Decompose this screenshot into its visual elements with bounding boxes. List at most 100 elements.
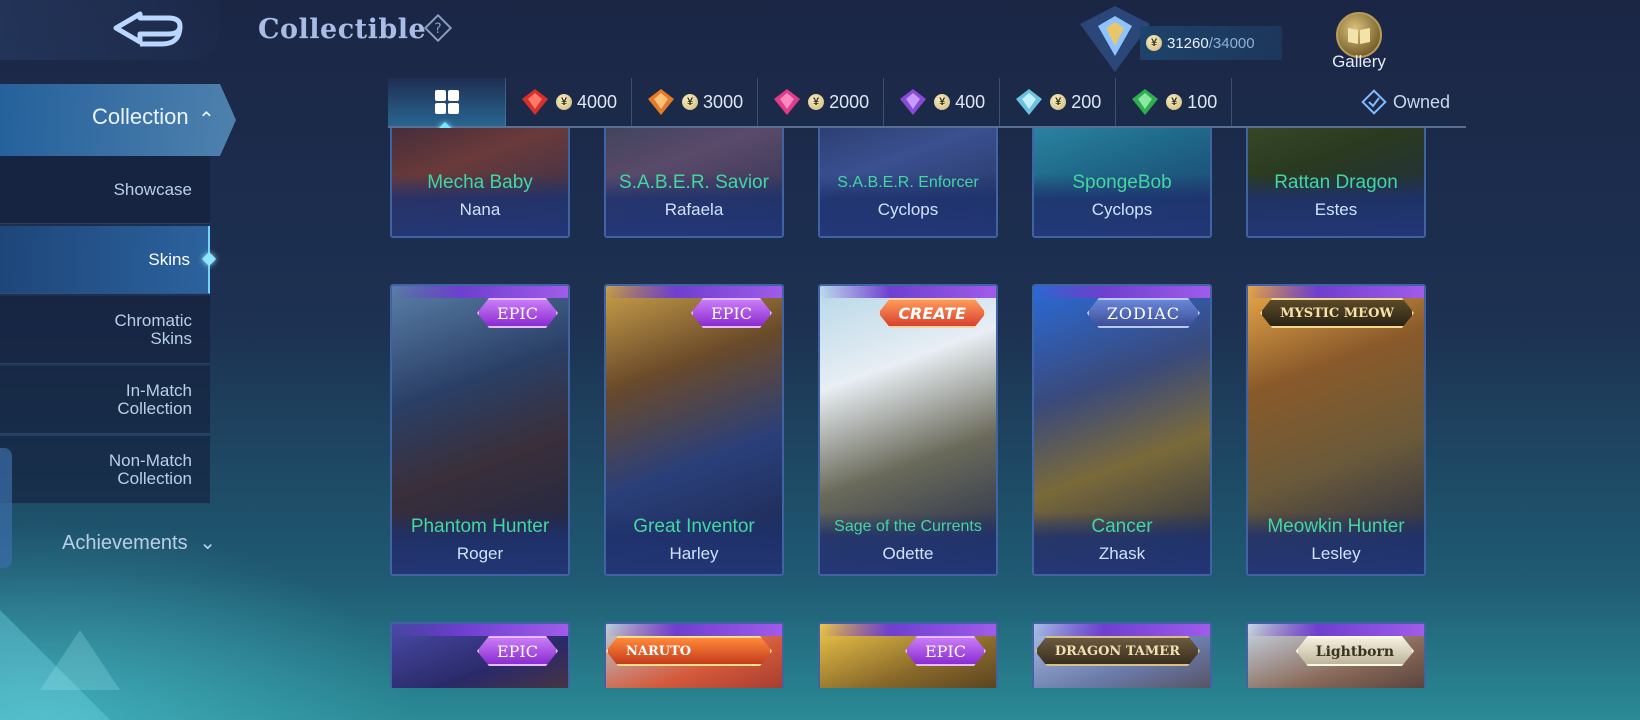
page-title: Collectible <box>258 14 427 45</box>
tab-tier-3000[interactable]: ¥3000 <box>632 78 759 126</box>
sidebar-item-label: Chromatic Skins <box>114 310 192 348</box>
rarity-bar <box>392 286 568 298</box>
skin-name: Cancer <box>1091 516 1153 537</box>
skin-card[interactable]: EPIC <box>390 622 570 688</box>
rarity-badge: EPIC <box>477 298 558 328</box>
hero-name: Estes <box>1314 200 1358 219</box>
sidebar-item-non-match-collection[interactable]: Non-Match Collection <box>0 436 210 504</box>
coin-icon: ¥ <box>682 94 699 110</box>
collection-points: ¥ 31260 /34000 <box>1140 26 1282 60</box>
orange-gem-icon <box>648 89 675 115</box>
sidebar-item-label: In-Match Collection <box>117 380 192 418</box>
sidebar-item-label: Showcase <box>113 179 192 199</box>
skin-card[interactable]: SpongeBob Cyclops <box>1032 128 1212 238</box>
rarity-badge: ZODIAC <box>1087 298 1200 328</box>
skin-card[interactable]: Rattan Dragon Estes <box>1246 128 1426 238</box>
skin-card[interactable]: ZODIAC Cancer Zhask <box>1032 284 1212 576</box>
tier-value: 100 <box>1187 91 1218 112</box>
owned-checkbox-icon <box>1361 89 1387 115</box>
sidebar-item-showcase[interactable]: Showcase <box>0 156 210 224</box>
side-drawer-handle[interactable] <box>0 448 12 568</box>
hero-name: Zhask <box>1098 544 1146 563</box>
rarity-badge: CREATE <box>878 298 986 328</box>
hero-name: Roger <box>456 544 504 563</box>
sidebar-achievements[interactable]: Achievements ⌄ <box>62 530 216 555</box>
skin-name: S.A.B.E.R. Savior <box>619 172 769 193</box>
tier-value: 400 <box>955 91 986 112</box>
hero-name: Rafaela <box>664 200 724 219</box>
rarity-badge: EPIC <box>691 298 772 328</box>
skin-card[interactable]: EPIC Phantom Hunter Roger <box>390 284 570 576</box>
skin-name: S.A.B.E.R. Enforcer <box>837 174 979 191</box>
tab-tier-400[interactable]: ¥400 <box>884 78 1001 126</box>
all-grid-icon <box>434 90 459 114</box>
rarity-bar <box>392 624 568 636</box>
back-arrow-icon <box>113 11 183 47</box>
green-gem-icon <box>1132 89 1159 115</box>
collection-label: Collection <box>92 104 189 129</box>
rarity-bar <box>1248 286 1424 298</box>
tier-value: 200 <box>1071 91 1102 112</box>
price-tier-tabs: ¥4000 ¥3000 ¥2000 ¥400 ¥200 ¥100 Owned <box>388 78 1466 128</box>
skin-name: SpongeBob <box>1072 172 1172 193</box>
skin-name: Meowkin Hunter <box>1267 516 1405 537</box>
chevron-up-icon: ⌃ <box>198 109 215 131</box>
tier-value: 2000 <box>829 91 870 112</box>
hero-name: Cyclops <box>1091 200 1153 219</box>
tab-tier-200[interactable]: ¥200 <box>1000 78 1117 126</box>
skin-card[interactable]: EPIC Great Inventor Harley <box>604 284 784 576</box>
skin-name: Great Inventor <box>633 516 755 537</box>
rarity-bar <box>820 286 996 298</box>
background-shard <box>40 630 120 690</box>
pink-gem-icon <box>774 89 801 115</box>
skin-name: Mecha Baby <box>427 172 533 193</box>
gallery-button[interactable]: Gallery <box>1322 12 1396 72</box>
skin-grid: Mecha Baby Nana S.A.B.E.R. Savior Rafael… <box>388 128 1468 688</box>
rarity-bar <box>606 286 782 298</box>
rarity-bar <box>1248 624 1424 636</box>
hero-name: Odette <box>882 544 934 563</box>
tab-all[interactable] <box>388 78 506 126</box>
help-icon[interactable]: ? <box>423 13 453 43</box>
rarity-badge: NARUTO SHIPPUDEN LIMIT <box>606 636 772 666</box>
tab-tier-2000[interactable]: ¥2000 <box>758 78 885 126</box>
skin-card[interactable]: Lightborn <box>1246 622 1426 688</box>
rarity-bar <box>1034 624 1210 636</box>
skin-card[interactable]: S.A.B.E.R. Savior Rafaela <box>604 128 784 238</box>
back-button[interactable] <box>110 6 190 54</box>
coin-icon: ¥ <box>808 94 825 110</box>
rarity-badge: DRAGON TAMER <box>1035 636 1200 666</box>
hero-name: Lesley <box>1311 544 1361 563</box>
skin-card[interactable]: S.A.B.E.R. Enforcer Cyclops <box>818 128 998 238</box>
skin-name: Sage of the Currents <box>834 518 982 535</box>
skin-card[interactable]: NARUTO SHIPPUDEN LIMIT <box>604 622 784 688</box>
red-gem-icon <box>522 89 548 115</box>
rarity-badge: Lightborn <box>1296 636 1414 666</box>
hero-name: Nana <box>459 200 501 219</box>
sidebar-collection[interactable]: Collection ⌃ <box>0 84 236 156</box>
blue-gem-icon <box>1016 89 1043 115</box>
skin-card[interactable]: CREATE Sage of the Currents Odette <box>818 284 998 576</box>
skin-card[interactable]: MYSTIC MEOW Meowkin Hunter Lesley <box>1246 284 1426 576</box>
rarity-badge: EPIC <box>477 636 558 666</box>
sidebar-item-in-match-collection[interactable]: In-Match Collection <box>0 366 210 434</box>
tier-value: 4000 <box>577 91 618 112</box>
skin-name: Phantom Hunter <box>410 516 550 537</box>
coin-icon: ¥ <box>1050 94 1067 110</box>
tab-tier-100[interactable]: ¥100 <box>1116 78 1233 126</box>
tier-value: 3000 <box>703 91 744 112</box>
purple-gem-icon <box>900 89 927 115</box>
coin-icon: ¥ <box>556 94 572 110</box>
tab-tier-4000[interactable]: ¥4000 <box>506 78 633 126</box>
skin-card[interactable]: DRAGON TAMER <box>1032 622 1212 688</box>
chevron-down-icon: ⌄ <box>199 532 216 554</box>
skin-card[interactable]: Mecha Baby Nana <box>390 128 570 238</box>
owned-filter[interactable]: Owned <box>1361 89 1466 115</box>
skin-card[interactable]: EPIC <box>818 622 998 688</box>
coin-icon: ¥ <box>934 94 951 110</box>
rarity-bar <box>606 624 782 636</box>
sidebar-item-label: Non-Match Collection <box>108 450 192 488</box>
sidebar-item-chromatic-skins[interactable]: Chromatic Skins <box>0 296 210 364</box>
owned-label: Owned <box>1392 91 1450 112</box>
sidebar-item-skins[interactable]: Skins <box>0 226 217 294</box>
